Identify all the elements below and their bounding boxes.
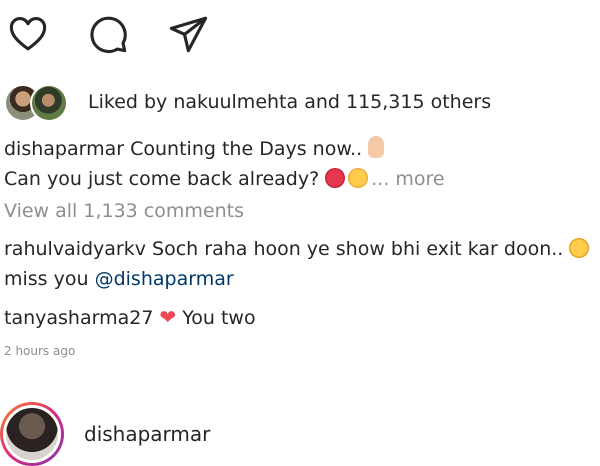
caption-line-1: dishaparmar Counting the Days now.. [4,134,594,164]
comment-mention[interactable]: @dishaparmar [95,268,234,290]
caption-text: Counting the Days now.. [130,138,363,160]
more-link[interactable]: ... more [371,168,444,190]
share-button[interactable] [166,12,210,56]
comment-item: rahulvaidyarkv Soch raha hoon ye show bh… [4,234,598,294]
view-all-comments-link[interactable]: View all 1,133 comments [4,200,244,222]
profile-header: dishaparmar [0,402,210,466]
avatar [3,405,61,463]
caption-text-2: Can you just come back already? [4,168,320,190]
red-heart-emoji-icon: ❤ [159,305,177,329]
liker-username[interactable]: nakuulmehta [173,91,298,113]
likes-text: Liked by nakuulmehta and 115,315 others [88,91,491,113]
story-ring-avatar[interactable] [0,402,64,466]
angry-face-emoji-icon [325,168,346,188]
likes-summary: Liked by nakuulmehta and 115,315 others [4,84,491,122]
laughing-face-emoji-icon [569,238,590,258]
share-icon [169,16,208,53]
crossed-fingers-emoji-icon [368,136,385,158]
comment-text: You two [182,307,256,329]
comment-username[interactable]: rahulvaidyarkv [4,238,146,260]
like-button[interactable] [6,12,50,56]
post-actions-bar [6,12,246,56]
caption-username[interactable]: dishaparmar [4,138,124,160]
comment-text-after: miss you [4,268,89,290]
likes-connector: and [304,91,340,113]
likes-count[interactable]: 115,315 others [346,91,491,113]
disappointed-face-emoji-icon [348,168,369,188]
comment-item: tanyasharma27 ❤ You two [4,302,598,333]
avatar [30,84,68,122]
comment-button[interactable] [86,12,130,56]
liker-avatars[interactable] [4,84,78,122]
heart-icon [9,17,47,51]
post-caption: dishaparmar Counting the Days now.. Can … [4,134,594,194]
post-timestamp[interactable]: 2 hours ago [4,344,75,358]
comment-text: Soch raha hoon ye show bhi exit kar doon… [152,238,564,260]
profile-username[interactable]: dishaparmar [84,422,210,446]
comment-username[interactable]: tanyasharma27 [4,307,153,329]
caption-line-2: Can you just come back already? ... more [4,164,594,194]
comment-icon [90,16,127,54]
likes-prefix: Liked by [88,91,168,113]
